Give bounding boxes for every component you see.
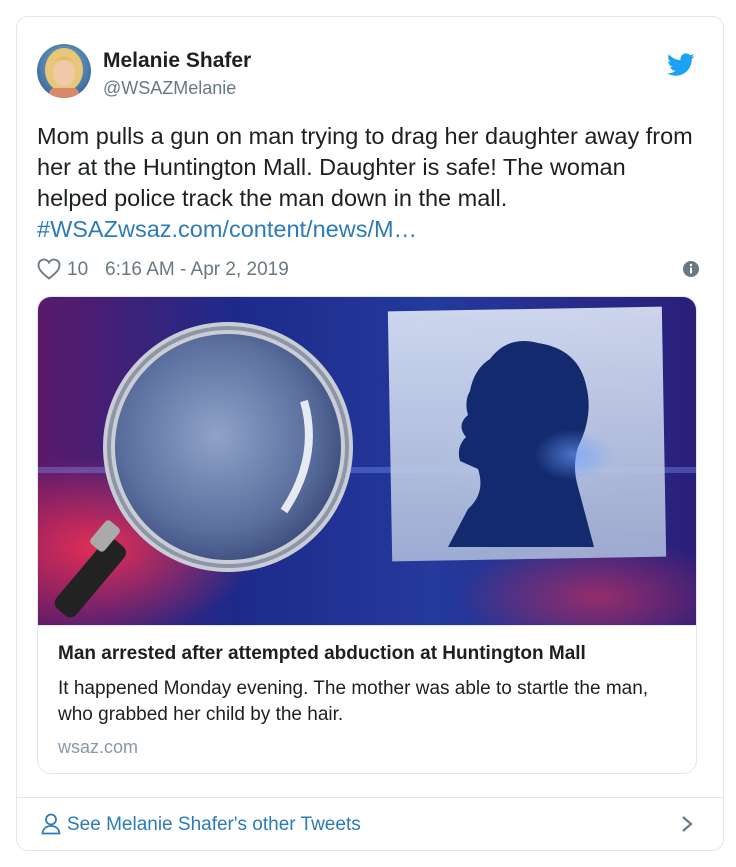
heart-icon[interactable] bbox=[37, 258, 61, 280]
tweet-text-line: helped police track the man down in the … bbox=[37, 185, 508, 211]
embedded-tweet: Melanie Shafer @WSAZMelanie Mom pulls a … bbox=[16, 16, 724, 851]
card-title[interactable]: Man arrested after attempted abduction a… bbox=[58, 643, 586, 665]
tweet-text-line: Mom pulls a gun on man trying to drag he… bbox=[37, 123, 693, 149]
card-image bbox=[38, 297, 696, 657]
author-name[interactable]: Melanie Shafer bbox=[103, 49, 251, 73]
tweet-text-line: her at the Huntington Mall. Daughter is … bbox=[37, 154, 626, 180]
twitter-bird-icon[interactable] bbox=[667, 53, 695, 77]
card-description: It happened Monday evening. The mother w… bbox=[58, 678, 649, 725]
tweet-text: Mom pulls a gun on man trying to drag he… bbox=[37, 121, 702, 245]
person-icon bbox=[41, 813, 61, 835]
like-count[interactable]: 10 bbox=[67, 259, 88, 281]
author-handle[interactable]: @WSAZMelanie bbox=[103, 78, 236, 99]
hashtag-link[interactable]: #WSAZ bbox=[37, 216, 118, 242]
see-other-tweets-label[interactable]: See Melanie Shafer's other Tweets bbox=[67, 814, 361, 836]
link-card[interactable]: Man arrested after attempted abduction a… bbox=[37, 296, 697, 774]
avatar[interactable] bbox=[37, 44, 91, 98]
tweet-timestamp[interactable]: 6:16 AM - Apr 2, 2019 bbox=[105, 259, 289, 281]
info-icon[interactable] bbox=[682, 260, 700, 278]
card-domain: wsaz.com bbox=[58, 737, 139, 757]
avatar-image bbox=[37, 44, 91, 98]
tweet-meta: 10 6:16 AM - Apr 2, 2019 bbox=[37, 257, 702, 285]
see-other-tweets-link[interactable]: See Melanie Shafer's other Tweets bbox=[17, 798, 723, 850]
article-link[interactable]: wsaz.com/content/news/M… bbox=[118, 216, 417, 242]
chevron-right-icon[interactable] bbox=[681, 815, 693, 833]
